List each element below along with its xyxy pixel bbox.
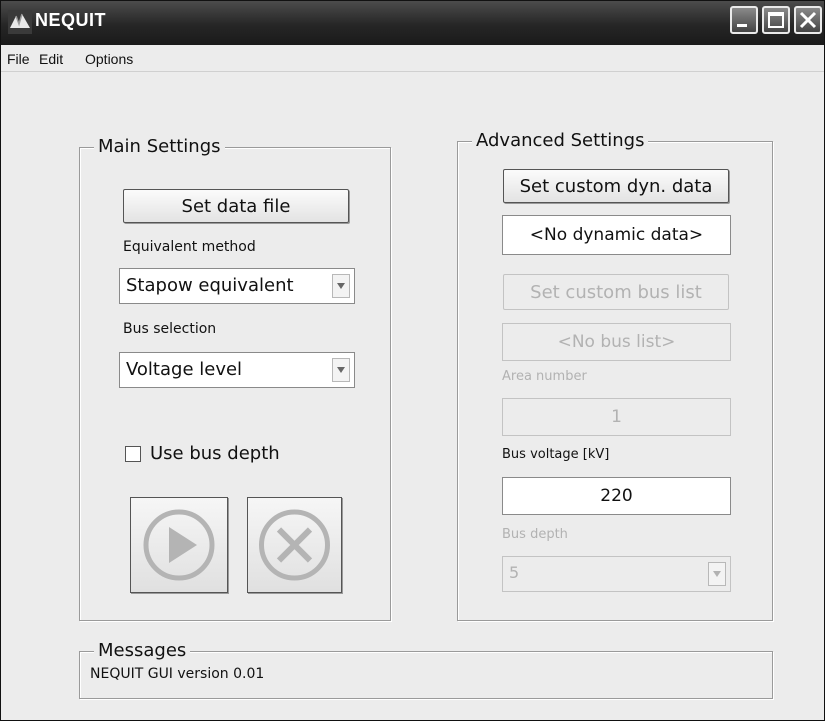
set-custom-bus-list-button[interactable]: Set custom bus list [503,274,729,310]
close-icon [799,11,817,29]
minimize-icon [737,24,747,27]
cancel-icon [259,509,330,581]
equivalent-method-select[interactable]: Stapow equivalent [119,268,355,304]
bus-selection-label: Bus selection [123,321,217,337]
messages-panel: Messages NEQUIT GUI version 0.01 [79,639,773,699]
chevron-down-icon [332,358,350,382]
area-number-input[interactable]: 1 [502,398,731,436]
use-bus-depth-label[interactable]: Use bus depth [150,443,280,464]
bus-selection-select[interactable]: Voltage level [119,352,355,388]
use-bus-depth-checkbox[interactable] [125,446,141,462]
menu-edit[interactable]: Edit [39,51,63,67]
messages-title: Messages [94,639,191,663]
bus-depth-value: 5 [509,563,520,582]
area-number-label: Area number [502,369,587,384]
bus-selection-value: Voltage level [126,359,243,380]
bus-depth-select[interactable]: 5 [502,556,731,592]
title-bar[interactable]: NEQUIT [1,1,824,45]
maximize-icon [768,12,784,28]
set-data-file-button[interactable]: Set data file [123,189,349,223]
menu-file[interactable]: File [7,51,30,67]
chevron-down-icon [332,274,350,298]
advanced-settings-title: Advanced Settings [472,129,649,153]
menu-options[interactable]: Options [85,51,133,67]
dynamic-data-field: <No dynamic data> [502,215,731,255]
bus-list-field: <No bus list> [502,323,731,361]
bus-depth-label: Bus depth [502,527,568,542]
messages-text: NEQUIT GUI version 0.01 [90,666,265,682]
play-icon [143,509,215,581]
run-button[interactable] [130,497,228,593]
equivalent-method-label: Equivalent method [123,239,256,255]
app-icon [8,10,32,34]
window-title: NEQUIT [35,10,107,30]
menu-bar: File Edit Options [1,45,824,72]
bus-voltage-label: Bus voltage [kV] [502,447,610,462]
minimize-button[interactable] [730,6,758,34]
bus-voltage-input[interactable]: 220 [502,477,731,515]
main-window: NEQUIT File Edit Options Main Settings S… [0,0,825,721]
chevron-down-icon [708,562,726,586]
close-button[interactable] [794,6,822,34]
cancel-button[interactable] [247,497,342,593]
equivalent-method-value: Stapow equivalent [126,275,294,296]
set-custom-dyn-data-button[interactable]: Set custom dyn. data [503,169,729,203]
main-settings-title: Main Settings [94,135,225,159]
maximize-button[interactable] [762,6,790,34]
